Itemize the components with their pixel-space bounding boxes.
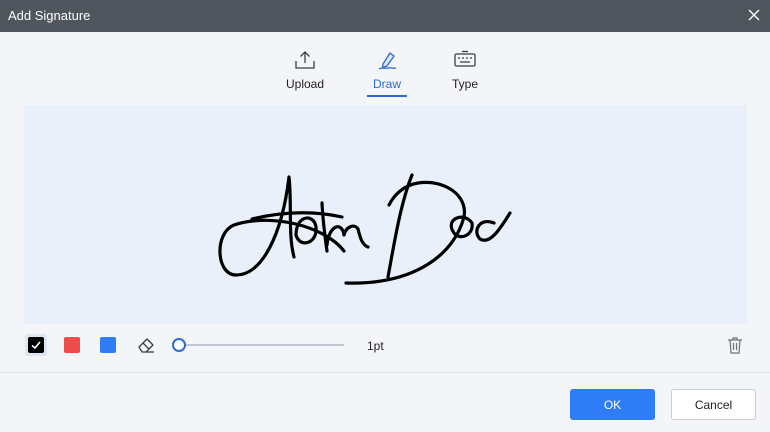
dialog-title: Add Signature [8, 8, 91, 23]
title-bar: Add Signature [0, 0, 770, 32]
thickness-slider[interactable] [172, 338, 344, 352]
signature-drawing [218, 173, 512, 285]
tab-draw-label: Draw [372, 77, 401, 91]
active-tab-indicator [367, 95, 407, 97]
checkmark-icon [31, 341, 41, 350]
tab-type[interactable]: Type [435, 50, 495, 96]
drawing-toolbar: 1pt [0, 330, 770, 360]
trash-icon[interactable] [725, 335, 745, 355]
footer-divider [0, 372, 770, 373]
slider-track [178, 344, 344, 346]
slider-thumb[interactable] [172, 338, 186, 352]
thickness-value: 1pt [367, 339, 384, 353]
ok-button[interactable]: OK [570, 389, 655, 420]
tab-upload[interactable]: Upload [275, 50, 335, 96]
draw-pen-icon [378, 52, 397, 70]
upload-icon [295, 51, 315, 69]
close-icon[interactable] [744, 5, 764, 25]
color-swatch-black[interactable] [25, 334, 47, 356]
color-swatch-red[interactable] [61, 334, 83, 356]
color-swatch-blue[interactable] [97, 334, 119, 356]
keyboard-icon [454, 50, 476, 67]
tab-draw[interactable]: Draw [357, 50, 417, 97]
eraser-icon[interactable] [136, 335, 156, 355]
cancel-button[interactable]: Cancel [671, 389, 756, 420]
signature-canvas[interactable] [24, 105, 747, 324]
tab-upload-label: Upload [285, 77, 325, 91]
tab-type-label: Type [451, 77, 478, 91]
